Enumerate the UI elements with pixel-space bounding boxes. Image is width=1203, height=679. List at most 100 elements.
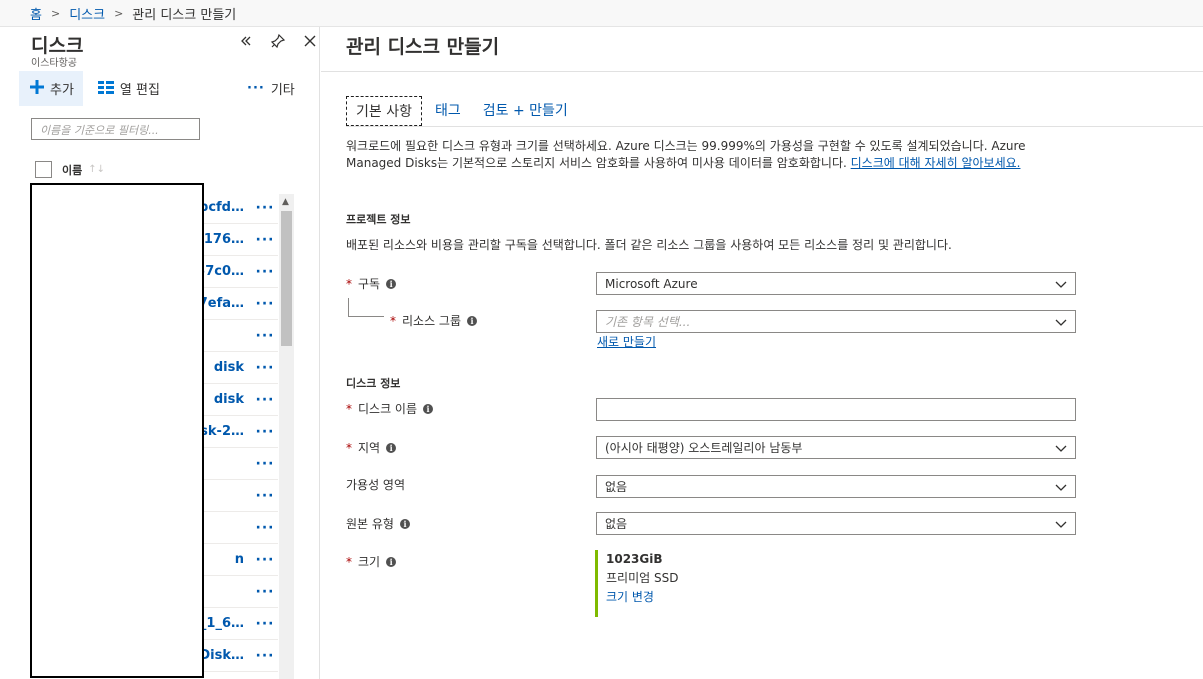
row-more-icon[interactable]: ··· [252,232,278,248]
required-marker: * [390,313,396,328]
info-icon[interactable]: i [386,556,397,567]
breadcrumb: 홈 > 디스크 > 관리 디스크 만들기 [0,0,1203,27]
size-value: 1023GiB [606,552,663,566]
plus-icon [29,79,45,99]
row-more-icon[interactable]: ··· [252,584,278,600]
resource-group-select[interactable]: 기존 항목 선택... [596,310,1076,333]
pin-icon[interactable] [270,33,286,49]
create-new-link[interactable]: 새로 만들기 [597,333,656,350]
list-scrollbar[interactable]: ▲ [279,194,294,679]
row-more-icon[interactable]: ··· [252,552,278,568]
row-more-icon[interactable]: ··· [252,200,278,216]
tab-tags[interactable]: 태그 [426,96,470,126]
filter-input[interactable]: 이름을 기준으로 필터링... [31,118,200,140]
breadcrumb-disks[interactable]: 디스크 [69,4,105,23]
row-more-icon[interactable]: ··· [252,520,278,536]
change-size-link[interactable]: 크기 변경 [606,590,654,604]
breadcrumb-home[interactable]: 홈 [30,4,42,23]
row-more-icon[interactable]: ··· [252,392,278,408]
disk-name-label: * 디스크 이름 i [346,400,434,417]
row-more-icon[interactable]: ··· [252,296,278,312]
row-more-icon[interactable]: ··· [252,456,278,472]
row-more-icon[interactable]: ··· [252,328,278,344]
availability-label-text: 가용성 영역 [346,478,406,492]
row-more-icon[interactable]: ··· [252,360,278,376]
resource-group-label-text: 리소스 그룹 [402,314,462,328]
edit-columns-label: 열 편집 [119,83,160,98]
chevron-right-icon: > [114,6,124,20]
blade-subtitle: 이스타항공 [31,58,77,69]
create-disk-blade: 관리 디스크 만들기 기본 사항 태그 검토 + 만들기 워크로드에 필요한 디… [321,27,1203,679]
column-name-header[interactable]: 이름 [62,162,82,178]
collapse-icon[interactable] [238,33,254,49]
list-toolbar: 추가 열 편집 ··· 기타 [19,71,309,106]
tab-review-create[interactable]: 검토 + 만들기 [474,96,577,126]
disk-name-input[interactable] [596,398,1076,421]
subscription-label-text: 구독 [358,277,381,291]
disk-section-heading: 디스크 정보 [346,377,401,390]
size-summary: 1023GiB 프리미엄 SSD 크기 변경 [595,550,678,617]
info-icon[interactable]: i [386,442,397,453]
breadcrumb-current: 관리 디스크 만들기 [132,7,237,23]
chevron-down-icon [1055,278,1067,293]
row-more-icon[interactable]: ··· [252,264,278,280]
region-select[interactable]: (아시아 태평양) 오스트레일리아 남동부 [596,436,1076,459]
subscription-label: * 구독 i [346,275,397,292]
divider [346,126,1203,127]
disk-name-link[interactable]: n [235,552,244,567]
page-title: 관리 디스크 만들기 [346,36,500,58]
availability-label: 가용성 영역 [346,476,405,493]
column-header: 이름 ↑↓ [35,161,105,178]
required-marker: * [346,440,352,455]
project-section-heading: 프로젝트 정보 [346,213,411,226]
row-more-icon[interactable]: ··· [252,488,278,504]
availability-select[interactable]: 없음 [596,475,1076,498]
add-label: 추가 [50,83,74,98]
region-value: (아시아 태평양) 오스트레일리아 남동부 [605,441,803,455]
size-label: * 크기 i [346,553,397,570]
scrollbar-thumb[interactable] [281,211,292,346]
info-icon[interactable]: i [386,278,397,289]
more-button[interactable]: ··· 기타 [247,79,295,98]
description: 워크로드에 필요한 디스크 유형과 크기를 선택하세요. Azure 디스크는 … [346,138,1076,172]
source-type-label-text: 원본 유형 [346,517,394,531]
chevron-down-icon [1055,481,1067,496]
learn-more-link[interactable]: 디스크에 대해 자세히 알아보세요. [851,156,1021,170]
tree-connector [348,298,384,317]
tab-basics[interactable]: 기본 사항 [346,96,422,126]
row-more-icon[interactable]: ··· [252,648,278,664]
chevron-right-icon: > [50,6,61,20]
edit-columns-button[interactable]: 열 편집 [97,79,160,98]
info-icon[interactable]: i [399,518,410,529]
select-all-checkbox[interactable] [35,161,52,178]
add-button[interactable]: 추가 [19,71,83,106]
sort-icon[interactable]: ↑↓ [88,164,105,175]
close-icon[interactable] [302,33,318,49]
resource-group-label: * 리소스 그룹 i [390,312,478,329]
region-label: * 지역 i [346,439,397,456]
row-more-icon[interactable]: ··· [252,616,278,632]
resource-group-placeholder: 기존 항목 선택... [605,315,691,329]
required-marker: * [346,401,352,416]
info-icon[interactable]: i [423,403,434,414]
scroll-up-icon[interactable]: ▲ [282,197,289,207]
chevron-down-icon [1055,316,1067,331]
subscription-select[interactable]: Microsoft Azure [596,272,1076,295]
disk-name-label-text: 디스크 이름 [358,402,418,416]
tab-bar: 기본 사항 태그 검토 + 만들기 [346,96,581,126]
region-label-text: 지역 [358,441,381,455]
row-more-icon[interactable]: ··· [252,424,278,440]
availability-value: 없음 [605,480,628,494]
source-type-value: 없음 [605,517,628,531]
project-description: 배포된 리소스와 비용을 관리할 구독을 선택합니다. 폴더 같은 리소스 그룹… [346,238,952,252]
disk-list-blade: 디스크 이스타항공 추가 열 편집 ··· 기타 이름을 기준으로 필터링...… [0,27,320,679]
more-label: 기타 [270,83,295,98]
info-icon[interactable]: i [467,315,478,326]
disk-name-link[interactable]: disk [214,392,244,407]
ellipsis-icon: ··· [247,81,265,96]
chevron-down-icon [1055,442,1067,457]
source-type-select[interactable]: 없음 [596,512,1076,535]
redaction-box [30,183,204,678]
disk-name-link[interactable]: disk [214,360,244,375]
size-label-text: 크기 [358,555,381,569]
